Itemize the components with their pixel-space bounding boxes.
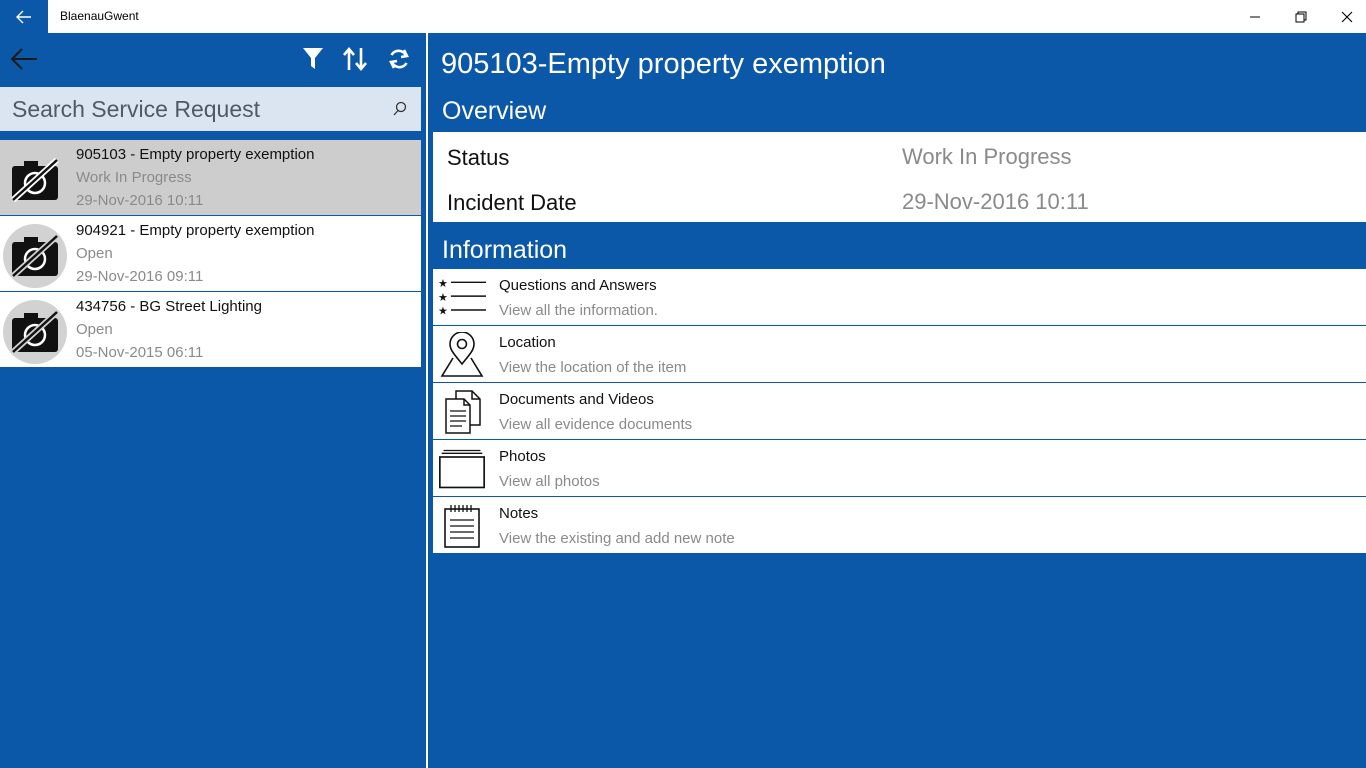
star-list-icon: ★ ★ ★ [438, 274, 486, 322]
info-item-notes[interactable]: Notes View the existing and add new note [433, 497, 1366, 553]
search-input[interactable] [0, 87, 380, 131]
arrow-left-icon [16, 10, 31, 23]
request-list-panel: 905103 - Empty property exemption Work I… [0, 33, 426, 768]
sort-button[interactable] [337, 43, 373, 75]
info-item-title: Documents and Videos [499, 391, 654, 408]
avatar [3, 224, 67, 288]
notepad-icon [438, 502, 486, 550]
back-button[interactable] [6, 43, 42, 75]
close-icon [1341, 11, 1353, 22]
info-item-documents[interactable]: Documents and Videos View all evidence d… [433, 383, 1366, 440]
info-item-questions[interactable]: ★ ★ ★ Questions and Answers View all the i… [433, 269, 1366, 326]
restore-icon [1295, 11, 1307, 22]
search-icon[interactable] [391, 100, 409, 118]
svg-text:★: ★ [438, 291, 448, 304]
incident-date-label: Incident Date [447, 190, 577, 215]
info-item-subtitle: View the existing and add new note [499, 530, 735, 547]
list-item[interactable]: 905103 - Empty property exemption Work I… [0, 140, 421, 216]
list-item[interactable]: 434756 - BG Street Lighting Open 05-Nov-… [0, 292, 421, 368]
status-value: Work In Progress [902, 144, 1072, 169]
request-date: 29-Nov-2016 10:11 [76, 192, 204, 209]
request-status: Work In Progress [76, 169, 192, 186]
arrow-left-icon [10, 48, 37, 70]
info-item-subtitle: View the location of the item [499, 359, 687, 376]
search-box [0, 87, 421, 131]
no-photo-icon [10, 158, 60, 202]
restore-button[interactable] [1278, 0, 1324, 33]
refresh-icon [389, 49, 409, 69]
info-item-location[interactable]: Location View the location of the item [433, 326, 1366, 383]
request-title: 904921 - Empty property exemption [76, 222, 315, 239]
request-title: 434756 - BG Street Lighting [76, 298, 262, 315]
documents-icon [438, 388, 486, 436]
request-date: 05-Nov-2015 06:11 [76, 344, 204, 361]
no-photo-icon [10, 234, 60, 278]
svg-text:★: ★ [438, 305, 448, 318]
request-title: 905103 - Empty property exemption [76, 146, 315, 163]
refresh-button[interactable] [381, 43, 417, 75]
request-date: 29-Nov-2016 09:11 [76, 268, 204, 285]
photos-icon [438, 445, 486, 493]
avatar [3, 300, 67, 364]
request-list: 905103 - Empty property exemption Work I… [0, 140, 421, 368]
list-item[interactable]: 904921 - Empty property exemption Open 2… [0, 216, 421, 292]
detail-panel: 905103-Empty property exemption Overview… [428, 33, 1366, 768]
sort-icon [343, 46, 367, 72]
info-item-title: Location [499, 334, 556, 351]
title-bar: BlaenauGwent [0, 0, 1366, 33]
filter-icon [303, 48, 323, 69]
info-item-subtitle: View all evidence documents [499, 416, 693, 433]
request-status: Open [76, 321, 113, 338]
information-list: ★ ★ ★ Questions and Answers View all the i… [433, 269, 1366, 553]
request-status: Open [76, 245, 113, 262]
overview-heading: Overview [442, 97, 547, 125]
titlebar-back-button[interactable] [0, 0, 48, 33]
info-item-title: Questions and Answers [499, 277, 657, 294]
info-item-subtitle: View all the information. [499, 302, 658, 319]
info-item-title: Notes [499, 505, 539, 522]
filter-button[interactable] [295, 43, 331, 75]
no-photo-icon [10, 310, 60, 354]
avatar [3, 148, 67, 212]
overview-section: Status Work In Progress Incident Date 29… [433, 132, 1366, 222]
status-label: Status [447, 145, 510, 170]
info-item-photos[interactable]: Photos View all photos [433, 440, 1366, 497]
incident-date-value: 29-Nov-2016 10:11 [902, 189, 1089, 214]
page-title: 905103-Empty property exemption [441, 48, 886, 80]
minimize-button[interactable] [1232, 0, 1278, 33]
information-heading: Information [442, 236, 568, 264]
window-title: BlaenauGwent [60, 9, 139, 23]
minimize-icon [1250, 16, 1260, 17]
svg-text:★: ★ [438, 277, 448, 290]
list-toolbar [0, 33, 426, 86]
map-pin-icon [438, 331, 486, 379]
info-item-subtitle: View all photos [499, 473, 600, 490]
close-button[interactable] [1324, 0, 1366, 33]
info-item-title: Photos [499, 448, 546, 465]
